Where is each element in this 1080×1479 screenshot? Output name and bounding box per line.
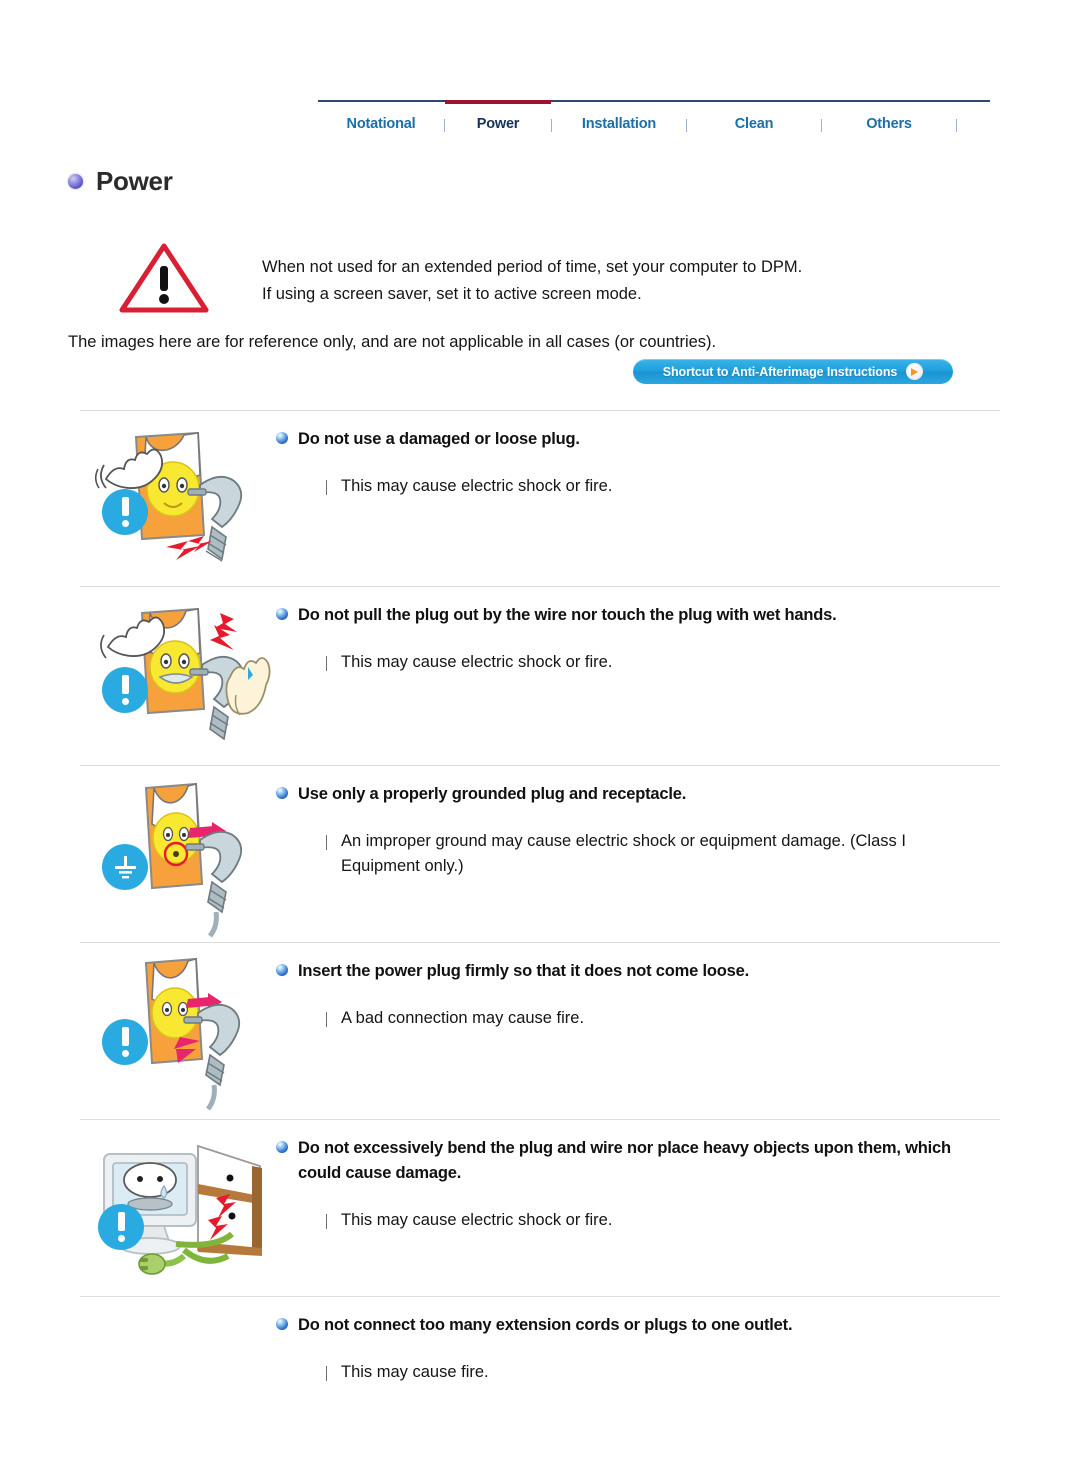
tab-clean[interactable]: Clean [687,102,821,140]
section-body: Insert the power plug firmly so that it … [276,943,1000,1031]
ground-earth-badge-icon [102,844,148,890]
section-heading-text: Do not connect too many extension cords … [298,1316,793,1334]
exclamation-mark [121,1027,129,1057]
section-heading-text: Insert the power plug firmly so that it … [298,962,749,980]
section-body: Use only a properly grounded plug and re… [276,766,1000,879]
bullet-icon [276,964,288,976]
section-heading: Do not use a damaged or loose plug. [276,427,1000,452]
page-title-text: Power [96,166,173,196]
bullet-icon [276,1141,288,1153]
section-sub-text: This may cause electric shock or fire. [341,653,613,671]
section-subtext: An improper ground may cause electric sh… [276,829,1000,879]
tab-label: Notational [346,116,416,132]
subitem-tick-icon [326,1366,327,1381]
bullet-icon [276,787,288,799]
section-heading-text: Do not pull the plug out by the wire nor… [298,606,837,624]
warning-triangle-icon [118,240,214,319]
page-title: Power [68,166,173,197]
section-sub-text: This may cause electric shock or fire. [341,477,613,495]
tab-power[interactable]: Power [445,100,551,140]
section-subtext: This may cause fire. [276,1360,1000,1385]
section-heading: Insert the power plug firmly so that it … [276,959,1000,984]
reference-note: The images here are for reference only, … [68,333,717,351]
exclamation-mark [121,675,129,705]
tab-others[interactable]: Others [822,102,956,140]
earth-ground-symbol [115,856,136,879]
section-body: Do not use a damaged or loose plug. This… [276,411,1000,499]
tab-label: Others [866,116,912,132]
section-subtext: This may cause electric shock or fire. [276,650,1000,675]
bullet-icon [276,432,288,444]
subitem-tick-icon [326,835,327,850]
section-wet-hands: Do not pull the plug out by the wire nor… [80,587,1000,765]
section-damaged-plug: Do not use a damaged or loose plug. This… [80,411,1000,586]
exclamation-badge-icon [102,667,148,713]
section-heading: Use only a properly grounded plug and re… [276,782,1000,807]
section-heading: Do not pull the plug out by the wire nor… [276,603,1000,628]
section-body: Do not pull the plug out by the wire nor… [276,587,1000,675]
orb-bullet-icon [68,174,83,189]
bullet-icon [276,1318,288,1330]
warning-text: When not used for an extended period of … [214,240,802,308]
section-heading: Do not connect too many extension cords … [276,1313,1000,1338]
warning-notice: When not used for an extended period of … [118,240,988,319]
section-heading: Do not excessively bend the plug and wir… [276,1136,1000,1186]
section-heading-text: Do not use a damaged or loose plug. [298,430,580,448]
section-grounded-plug: Use only a properly grounded plug and re… [80,766,1000,942]
section-heading-text: Use only a properly grounded plug and re… [298,785,687,803]
exclamation-mark [121,497,129,527]
exclamation-mark [117,1212,125,1242]
tab-notational[interactable]: Notational [318,102,444,140]
play-arrow-icon [906,363,924,380]
exclamation-badge-icon [102,489,148,535]
shortcut-button-label: Shortcut to Anti-Afterimage Instructions [662,364,898,379]
subitem-tick-icon [326,1214,327,1229]
section-sub-text: An improper ground may cause electric sh… [341,832,906,875]
section-extension-cords: Do not connect too many extension cords … [80,1297,1000,1417]
tab-divider [956,119,957,132]
section-sub-text: This may cause fire. [341,1363,489,1381]
exclamation-badge-icon [98,1204,144,1250]
section-bend-plug: Do not excessively bend the plug and wir… [80,1120,1000,1296]
warning-line-2: If using a screen saver, set it to activ… [262,285,642,303]
tab-installation[interactable]: Installation [552,102,686,140]
section-sub-text: This may cause electric shock or fire. [341,1211,613,1229]
section-heading-text: Do not excessively bend the plug and wir… [298,1139,951,1182]
section-subtext: This may cause electric shock or fire. [276,474,1000,499]
subitem-tick-icon [326,480,327,495]
exclamation-badge-icon [102,1019,148,1065]
bullet-icon [276,608,288,620]
tab-label: Power [476,116,520,132]
section-body: Do not excessively bend the plug and wir… [276,1120,1000,1233]
warning-line-1: When not used for an extended period of … [262,258,803,276]
subitem-tick-icon [326,656,327,671]
subitem-tick-icon [326,1012,327,1027]
tab-label: Installation [581,116,657,132]
extension-cords-illustration [80,1297,276,1309]
section-insert-firmly: Insert the power plug firmly so that it … [80,943,1000,1119]
section-tabs[interactable]: Notational Power Installation Clean Othe… [318,100,990,140]
tab-label: Clean [734,116,774,132]
section-sub-text: A bad connection may cause fire. [341,1009,585,1027]
section-body: Do not connect too many extension cords … [276,1297,1000,1385]
shortcut-anti-afterimage-button[interactable]: Shortcut to Anti-Afterimage Instructions [633,359,953,384]
section-subtext: This may cause electric shock or fire. [276,1208,1000,1233]
section-subtext: A bad connection may cause fire. [276,1006,1000,1031]
safety-sections: Do not use a damaged or loose plug. This… [0,410,1080,1417]
